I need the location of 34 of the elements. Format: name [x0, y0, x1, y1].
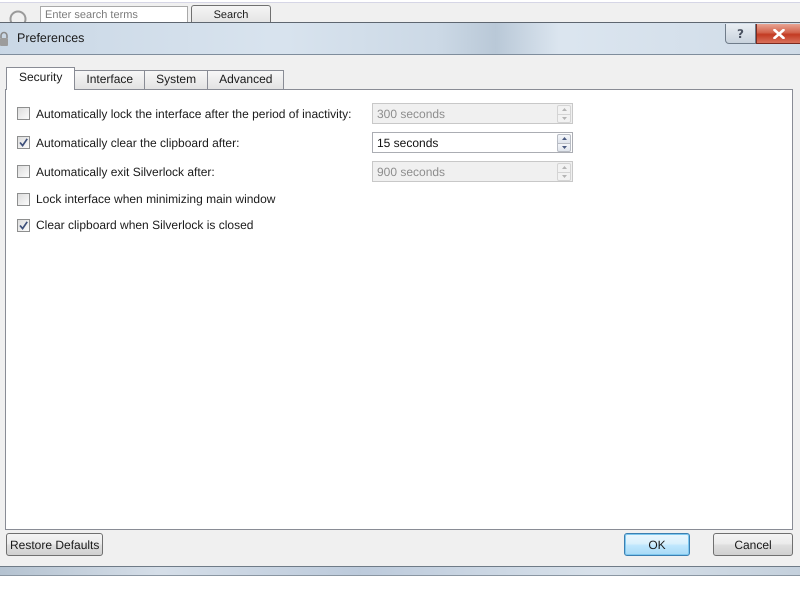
tab[interactable]: Security [6, 67, 76, 90]
tab[interactable]: System [145, 70, 208, 89]
option-label: Lock interface when minimizing main window [36, 192, 276, 206]
checkbox[interactable] [17, 136, 30, 149]
spin-up-button[interactable] [557, 134, 571, 142]
tab[interactable]: Advanced [208, 70, 284, 89]
checkmark-icon [19, 138, 28, 147]
help-button[interactable]: ? [725, 24, 756, 44]
checkbox[interactable] [17, 218, 30, 232]
option-label: Automatically lock the interface after the period of inactivity: [36, 106, 352, 120]
tab[interactable]: Interface [75, 70, 146, 89]
down-arrow-icon [562, 174, 566, 178]
search-button[interactable]: Search [191, 5, 271, 22]
checkmark-icon [19, 220, 28, 230]
option-label: Automatically exit Silverlock after: [36, 164, 215, 178]
option-label: Automatically clear the clipboard after: [36, 136, 240, 150]
dialog-button[interactable]: OK [624, 533, 690, 556]
window-title: Preferences [17, 31, 84, 46]
option-label: Clear clipboard when Silverlock is closed [36, 218, 254, 232]
checkbox[interactable] [17, 165, 30, 178]
up-arrow-icon [562, 166, 566, 169]
down-arrow-icon [562, 146, 566, 148]
padlock-icon [0, 31, 8, 46]
checkbox[interactable] [17, 192, 30, 206]
up-arrow-icon [562, 137, 566, 140]
dialog-button[interactable]: Cancel [713, 533, 793, 556]
spin-box[interactable]: 15 seconds [372, 132, 573, 153]
up-arrow-icon [562, 108, 566, 111]
dialog-button[interactable]: Restore Defaults [6, 533, 104, 556]
close-icon [772, 28, 784, 38]
down-arrow-icon [562, 116, 566, 120]
search-field[interactable]: Enter search terms [40, 6, 188, 22]
close-button[interactable] [756, 24, 800, 44]
checkbox[interactable] [17, 107, 30, 120]
